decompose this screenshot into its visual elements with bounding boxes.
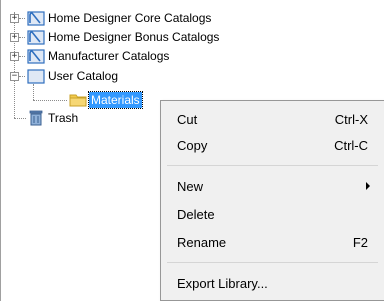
tree-item-materials[interactable]: Materials: [88, 90, 143, 110]
menu-item-shortcut: F2: [352, 235, 368, 250]
tree-line: [19, 56, 25, 57]
collapse-toggle[interactable]: −: [10, 72, 19, 81]
folder-icon: [69, 94, 87, 107]
menu-item-rename[interactable]: Rename F2: [163, 229, 382, 255]
tree-item-user-catalog[interactable]: User Catalog: [46, 66, 120, 86]
catalog-icon: [27, 30, 45, 45]
tree-line: [19, 37, 25, 38]
tree-item-manufacturer-catalogs[interactable]: Manufacturer Catalogs: [46, 46, 171, 66]
menu-item-new[interactable]: New: [163, 173, 382, 199]
tree-item-label: Manufacturer Catalogs: [48, 49, 170, 63]
tree-item-label: Materials: [88, 91, 143, 109]
tree-item-label: Home Designer Bonus Catalogs: [48, 30, 220, 44]
menu-item-cut[interactable]: Cut Ctrl-X: [163, 106, 382, 132]
expand-toggle[interactable]: +: [10, 33, 19, 42]
context-menu: Cut Ctrl-X Copy Ctrl-C New Delete Rename…: [160, 100, 384, 301]
tree-line: [19, 18, 25, 19]
menu-item-shortcut: Ctrl-C: [334, 138, 368, 153]
menu-item-label: Rename: [177, 235, 227, 250]
tree-item-label: Home Designer Core Catalogs: [48, 11, 212, 25]
tree-item-label: Trash: [48, 111, 79, 125]
tree-item-bonus-catalogs[interactable]: Home Designer Bonus Catalogs: [46, 27, 221, 47]
tree-line: [33, 100, 67, 101]
menu-item-delete[interactable]: Delete: [163, 201, 382, 227]
user-catalog-icon: [27, 69, 45, 84]
tree-item-label: User Catalog: [48, 69, 119, 83]
menu-item-label: New: [177, 179, 204, 194]
trash-icon: [29, 110, 43, 126]
menu-item-copy[interactable]: Copy Ctrl-C: [163, 132, 382, 158]
menu-separator: [167, 165, 378, 166]
tree-item-core-catalogs[interactable]: Home Designer Core Catalogs: [46, 8, 213, 28]
menu-item-label: Copy: [177, 138, 208, 153]
catalog-icon: [27, 11, 45, 26]
menu-item-label: Export Library...: [177, 276, 268, 291]
menu-separator: [167, 262, 378, 263]
submenu-arrow-icon: [366, 182, 370, 190]
tree-item-trash[interactable]: Trash: [46, 108, 80, 128]
catalog-icon: [27, 49, 45, 64]
library-browser-panel: + Home Designer Core Catalogs + Home Des…: [0, 0, 384, 301]
tree-line: [14, 12, 15, 118]
expand-toggle[interactable]: +: [10, 14, 19, 23]
expand-toggle[interactable]: +: [10, 52, 19, 61]
menu-item-shortcut: Ctrl-X: [334, 112, 368, 127]
tree-line: [14, 118, 26, 119]
menu-item-label: Delete: [177, 207, 215, 222]
tree-line: [19, 76, 25, 77]
menu-item-label: Cut: [177, 112, 198, 127]
menu-item-export-library[interactable]: Export Library...: [163, 270, 382, 296]
tree-line: [33, 84, 34, 100]
